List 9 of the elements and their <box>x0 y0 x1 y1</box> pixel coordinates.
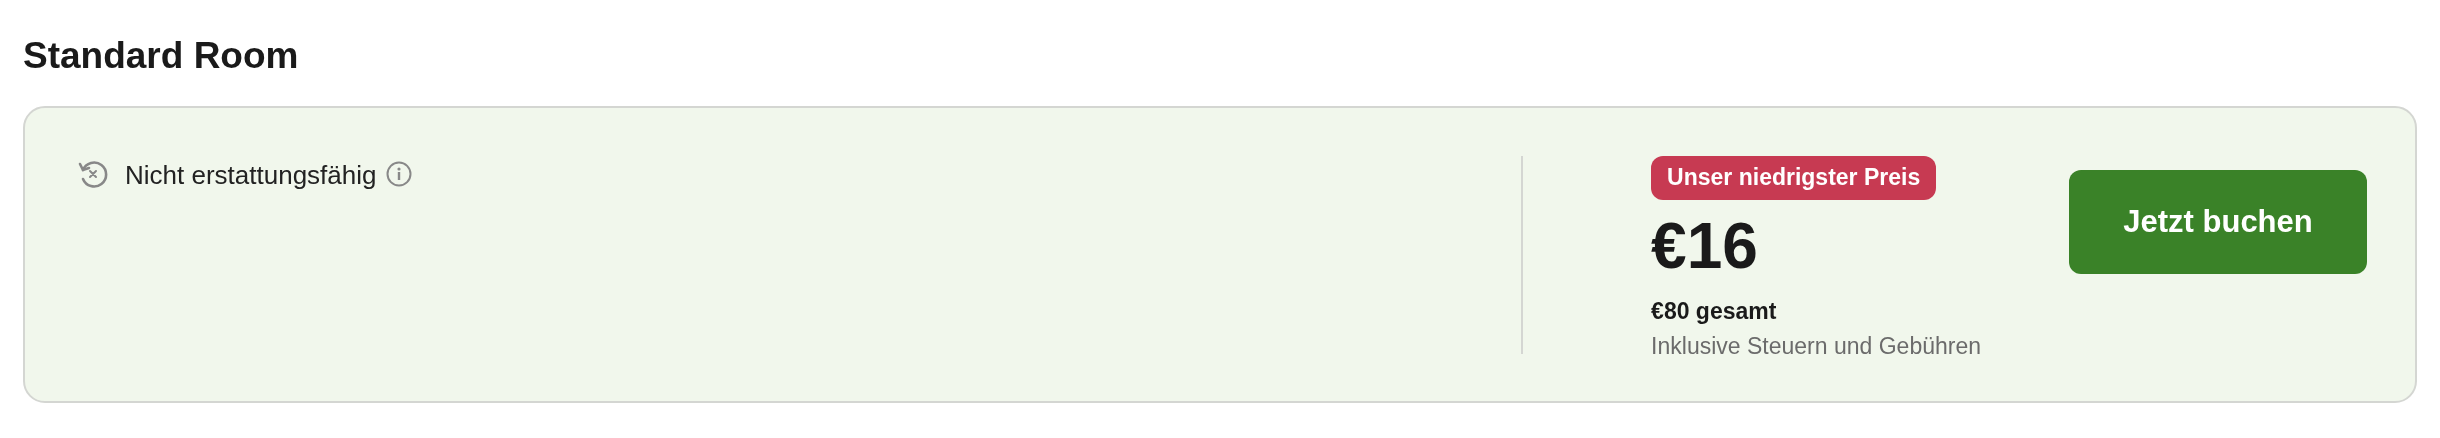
tax-note: Inklusive Steuern und Gebühren <box>1651 331 1981 361</box>
refund-policy: Nicht erstattungsfähig <box>125 159 377 193</box>
total-price: €80 gesamt <box>1651 297 1777 327</box>
lowest-price-badge: Unser niedrigster Preis <box>1651 156 1937 201</box>
room-title: Standard Room <box>23 34 300 78</box>
info-icon[interactable] <box>386 161 413 188</box>
no-refund-icon <box>77 158 109 191</box>
book-now-button[interactable]: Jetzt buchen <box>2069 170 2367 275</box>
nightly-price: €16 <box>1651 214 1758 279</box>
